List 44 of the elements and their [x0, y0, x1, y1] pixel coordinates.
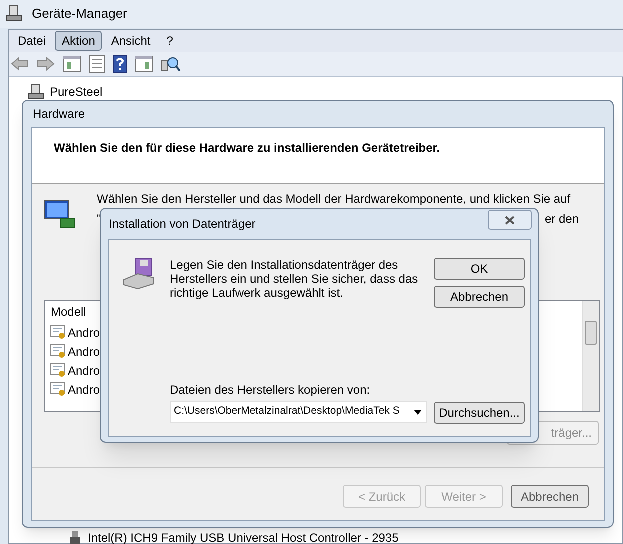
tree-item[interactable]: PureSteel: [50, 83, 103, 101]
wizard-heading: Wählen Sie den für diese Hardware zu installierenden Gerätetreiber.: [54, 141, 440, 155]
back-arrow-icon[interactable]: [11, 57, 29, 71]
certificate-icon: [50, 363, 67, 378]
monitor-icon: [43, 199, 77, 231]
menu-item[interactable]: Ansicht: [104, 31, 158, 51]
scan-icon[interactable]: [161, 55, 181, 73]
pane-icon[interactable]: [135, 56, 153, 72]
field-label: Dateien des Herstellers kopieren von:: [170, 382, 370, 399]
column-header[interactable]: Modell: [51, 303, 86, 321]
list-item[interactable]: Andro: [68, 380, 100, 398]
computer-icon: [6, 5, 24, 23]
list-item[interactable]: Andro: [68, 324, 100, 342]
pane-icon[interactable]: [63, 56, 81, 72]
dialog-title: Installation von Datenträger: [109, 216, 256, 233]
help-icon[interactable]: [113, 55, 127, 73]
menu-item[interactable]: Datei: [11, 31, 54, 51]
dialog-title: Hardware: [33, 106, 86, 123]
scrollbar[interactable]: [582, 301, 599, 411]
dropdown-arrow-icon: [414, 410, 422, 414]
list-item[interactable]: Andro: [68, 362, 100, 380]
ok-button[interactable]: OK: [434, 258, 525, 280]
intro-text: Wählen Sie den Hersteller und das Modell der Hardwarekomponente, und klicken Sie auf: [97, 191, 571, 208]
certificate-icon: [50, 325, 67, 340]
certificate-icon: [50, 382, 67, 397]
computer-icon: [28, 84, 46, 100]
window-title: Geräte-Manager: [32, 5, 128, 24]
close-button[interactable]: [488, 210, 532, 230]
scroll-thumb[interactable]: [585, 321, 597, 345]
path-combobox[interactable]: C:\Users\OberMetalzinalrat\Desktop\MediaTek S: [170, 401, 427, 423]
forward-arrow-icon[interactable]: [37, 57, 55, 71]
wizard-button[interactable]: Abbrechen: [511, 485, 589, 508]
browse-button[interactable]: Durchsuchen...: [434, 402, 525, 424]
certificate-icon: [50, 344, 67, 359]
cancel-button[interactable]: Abbrechen: [434, 286, 525, 308]
list-item[interactable]: Andro: [68, 342, 100, 360]
instruction-text: Legen Sie den Installationsdatenträger des Herstellers ein und stellen Sie sicher, dass das richtige Laufwerk ausgewählt ist.: [170, 258, 420, 300]
menu-item[interactable]: Aktion: [55, 31, 102, 51]
menu-item[interactable]: ?: [160, 31, 180, 51]
usb-device-icon: [70, 531, 80, 544]
intro-text: er den: [545, 211, 580, 228]
close-icon: [505, 216, 515, 224]
disk-drive-icon: [122, 258, 156, 290]
properties-icon[interactable]: [89, 55, 105, 73]
